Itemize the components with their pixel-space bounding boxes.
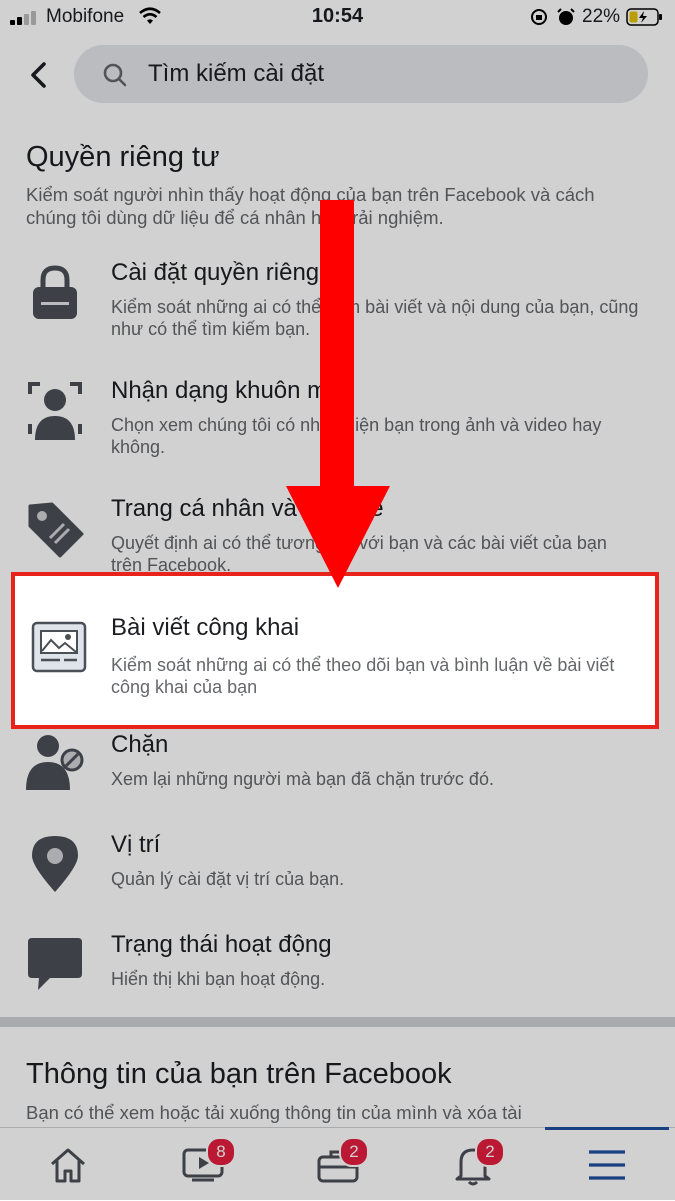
location-pin-icon xyxy=(32,836,78,892)
item-title: Trạng thái hoạt động xyxy=(111,931,332,958)
bottom-tab-bar: 8 2 2 xyxy=(0,1127,675,1201)
battery-percentage: 22% xyxy=(582,6,621,27)
tab-marketplace[interactable]: 2 xyxy=(293,1128,383,1201)
back-arrow-icon[interactable] xyxy=(22,58,56,92)
notification-badge: 2 xyxy=(339,1137,369,1167)
orientation-lock-icon xyxy=(531,9,547,25)
item-description: Hiển thị khi bạn hoạt động. xyxy=(111,969,326,989)
settings-item-active-status[interactable]: Trạng thái hoạt động Hiển thị khi bạn ho… xyxy=(0,930,675,1000)
settings-item-location[interactable]: Vị trí Quản lý cài đặt vị trí của bạn. xyxy=(0,830,675,900)
section-description-your-info: Bạn có thể xem hoặc tải xuống thông tin … xyxy=(26,1102,522,1123)
settings-item-blocking[interactable]: Chặn Xem lại những người mà bạn đã chặn … xyxy=(0,730,675,800)
search-input[interactable] xyxy=(148,55,628,93)
chat-bubble-icon xyxy=(28,938,82,990)
tab-notifications[interactable]: 2 xyxy=(428,1128,518,1201)
item-title: Chặn xyxy=(111,731,169,758)
section-divider xyxy=(0,1017,675,1027)
section-title-your-info: Thông tin của bạn trên Facebook xyxy=(26,1058,452,1090)
header xyxy=(0,36,675,116)
tag-icon xyxy=(28,502,84,558)
item-title: Bài viết công khai xyxy=(111,614,300,641)
face-recognition-icon xyxy=(28,382,82,440)
tab-home[interactable] xyxy=(23,1128,113,1201)
hamburger-menu-icon xyxy=(589,1150,625,1180)
public-posts-icon xyxy=(31,621,87,673)
home-icon xyxy=(51,1148,85,1183)
section-title-privacy: Quyền riêng tư xyxy=(26,141,220,173)
status-bar: Mobifone 10:54 22% xyxy=(0,0,675,36)
tab-menu[interactable] xyxy=(562,1128,652,1201)
settings-item-public-posts[interactable]: Bài viết công khai Kiểm soát những ai có… xyxy=(11,572,659,729)
search-icon xyxy=(103,63,127,87)
item-description: Kiểm soát những ai có thể theo dõi bạn v… xyxy=(111,655,615,697)
lock-icon xyxy=(33,265,77,319)
search-bar[interactable] xyxy=(74,45,648,103)
notification-badge: 2 xyxy=(475,1137,505,1167)
tab-watch[interactable]: 8 xyxy=(158,1128,248,1201)
active-tab-indicator xyxy=(545,1127,669,1130)
item-title: Vị trí xyxy=(111,831,161,858)
alarm-icon xyxy=(557,8,575,25)
item-description: Quản lý cài đặt vị trí của bạn. xyxy=(111,869,345,889)
notification-badge: 8 xyxy=(206,1137,236,1167)
block-user-icon xyxy=(26,735,84,790)
red-arrow-annotation xyxy=(286,200,390,588)
battery-icon xyxy=(626,8,662,26)
item-description: Xem lại những người mà bạn đã chặn trước… xyxy=(111,769,494,789)
